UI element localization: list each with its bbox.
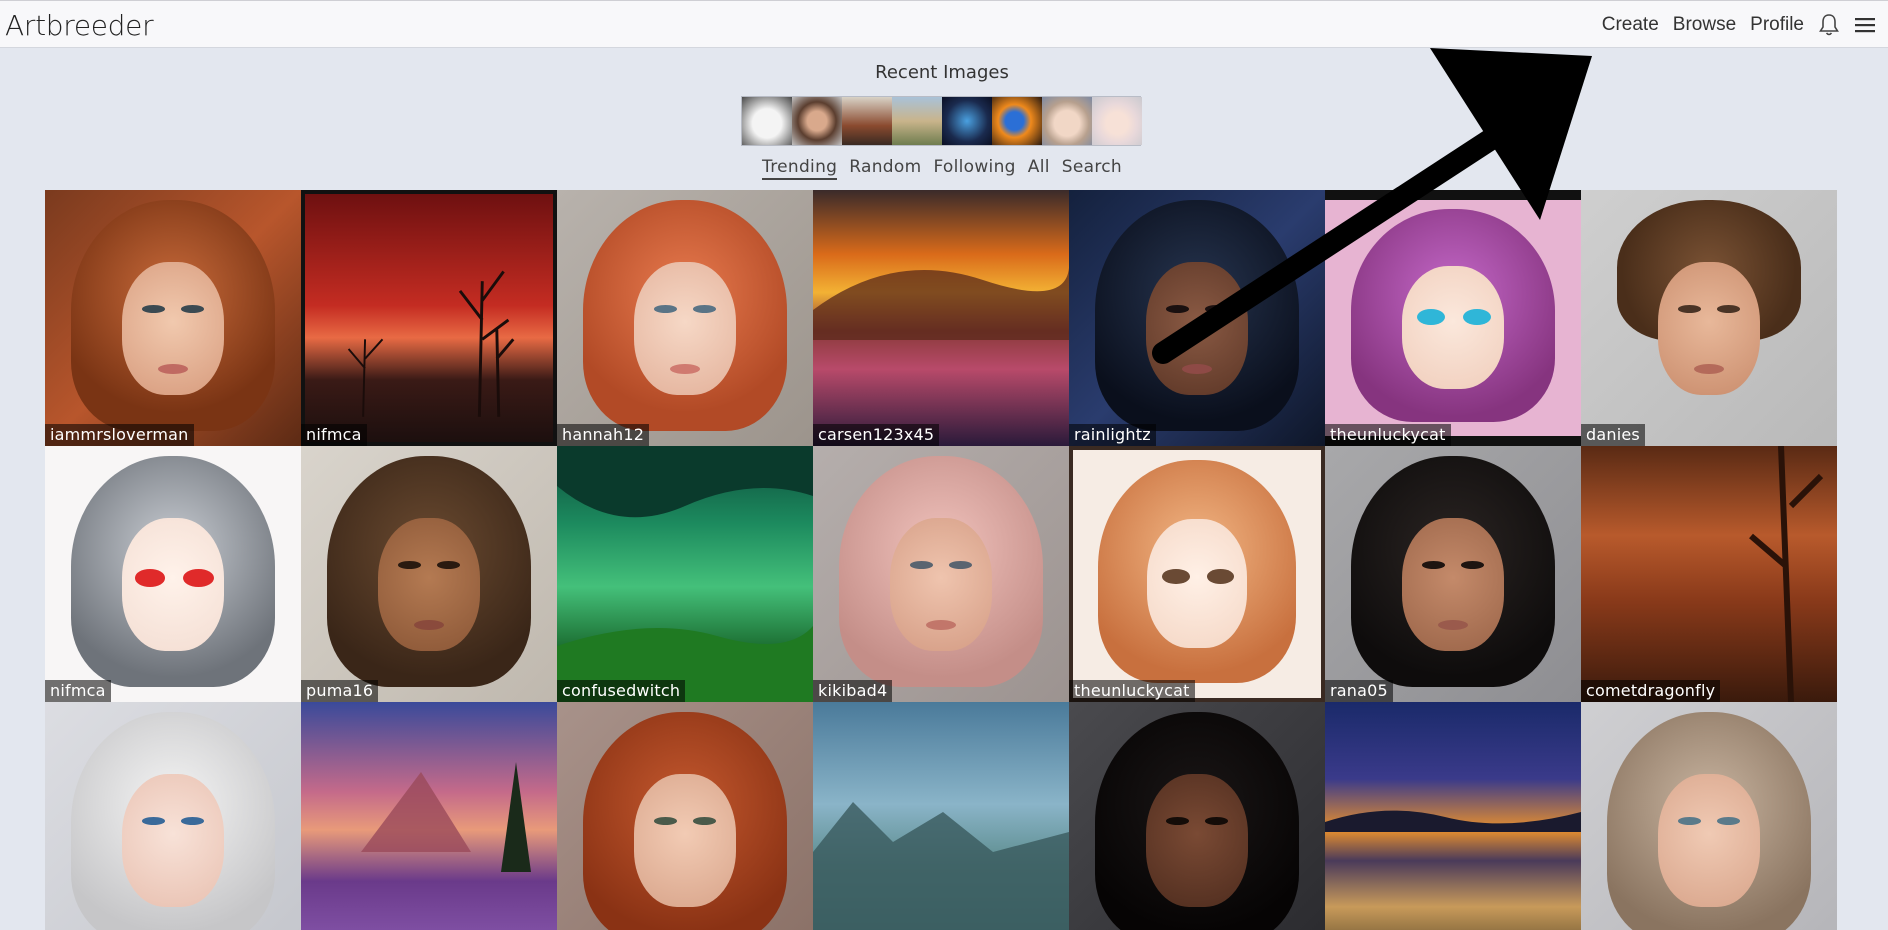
card-username[interactable]: nifmca [301,424,367,446]
tab-search[interactable]: Search [1062,157,1122,180]
card-image [45,446,301,702]
card-image [1325,702,1581,930]
recent-thumb[interactable] [992,97,1042,145]
nav-profile-link[interactable]: Profile [1750,14,1804,36]
recent-thumb[interactable] [1092,97,1142,145]
card-image [1325,190,1581,446]
card-image [301,702,557,930]
card-image [1581,446,1837,702]
image-card[interactable]: nifmca [301,190,557,446]
bell-icon[interactable] [1818,13,1840,37]
image-card[interactable] [813,702,1069,930]
card-image [301,190,557,446]
card-username[interactable]: cometdragonfly [1581,680,1721,702]
image-card[interactable]: rainlightz [1069,190,1325,446]
image-card[interactable] [45,702,301,930]
card-image [301,446,557,702]
tab-trending[interactable]: Trending [762,157,838,180]
card-username[interactable]: danies [1581,424,1645,446]
card-image [45,190,301,446]
card-username[interactable]: rainlightz [1069,424,1156,446]
image-card[interactable]: puma16 [301,446,557,702]
card-username[interactable]: nifmca [45,680,111,702]
card-image [813,446,1069,702]
recent-thumb[interactable] [942,97,992,145]
image-card[interactable]: iammrsloverman [45,190,301,446]
image-card[interactable]: hannah12 [557,190,813,446]
image-card[interactable] [301,702,557,930]
image-card[interactable]: carsen123x45 [813,190,1069,446]
image-card[interactable]: confusedwitch [557,446,813,702]
brand-logo[interactable]: Artbreeder [5,9,154,42]
tab-random[interactable]: Random [849,157,921,180]
image-card[interactable]: nifmca [45,446,301,702]
card-image [1581,190,1837,446]
card-username[interactable]: carsen123x45 [813,424,940,446]
card-image [1581,702,1837,930]
hamburger-menu-icon[interactable] [1854,16,1876,34]
image-card[interactable]: cometdragonfly [1581,446,1837,702]
image-grid: iammrsloverman nifmca hannah12 carsen123… [45,190,1837,930]
image-card[interactable] [1069,702,1325,930]
image-card[interactable] [1325,702,1581,930]
browse-tabs: Trending Random Following All Search [0,157,1884,180]
card-username[interactable]: theunluckycat [1325,424,1451,446]
card-image [1069,190,1325,446]
recent-images-strip [741,96,1142,146]
image-card[interactable]: theunluckycat [1069,446,1325,702]
image-card[interactable]: theunluckycat [1325,190,1581,446]
tab-following[interactable]: Following [933,157,1015,180]
card-username[interactable]: iammrsloverman [45,424,194,446]
card-image [557,190,813,446]
image-card[interactable] [557,702,813,930]
recent-thumb[interactable] [792,97,842,145]
card-image [1069,446,1325,702]
card-username[interactable]: kikibad4 [813,680,893,702]
card-image [1069,702,1325,930]
card-username[interactable]: puma16 [301,680,379,702]
card-image [45,702,301,930]
recent-thumb[interactable] [892,97,942,145]
recent-thumb[interactable] [1042,97,1092,145]
card-username[interactable]: confusedwitch [557,680,686,702]
top-navbar: Artbreeder Create Browse Profile [0,0,1888,48]
card-username[interactable]: rana05 [1325,680,1393,702]
card-image [813,702,1069,930]
card-image [813,190,1069,446]
card-username[interactable]: theunluckycat [1069,680,1195,702]
recent-thumb[interactable] [742,97,792,145]
recent-images-title: Recent Images [875,62,1009,83]
image-card[interactable]: kikibad4 [813,446,1069,702]
nav-browse-link[interactable]: Browse [1673,14,1736,36]
recent-thumb[interactable] [842,97,892,145]
card-image [1325,446,1581,702]
card-username[interactable]: hannah12 [557,424,650,446]
card-image [557,702,813,930]
tab-all[interactable]: All [1028,157,1050,180]
image-card[interactable] [1581,702,1837,930]
nav-links: Create Browse Profile [1588,1,1876,49]
image-card[interactable]: rana05 [1325,446,1581,702]
image-card[interactable]: danies [1581,190,1837,446]
nav-create-link[interactable]: Create [1602,14,1659,36]
card-image [557,446,813,702]
